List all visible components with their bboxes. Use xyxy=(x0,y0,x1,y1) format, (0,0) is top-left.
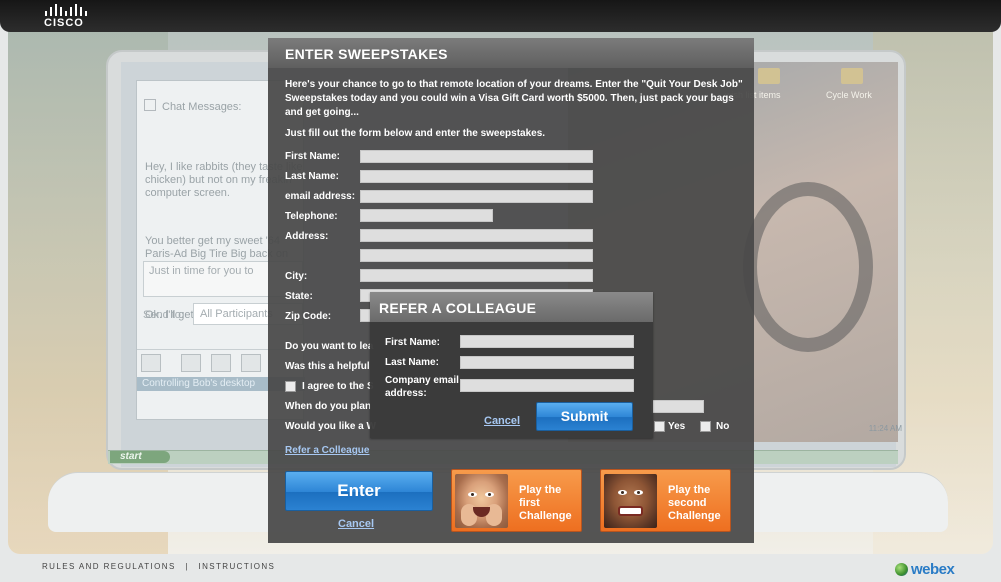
chat-icon xyxy=(144,99,156,111)
cisco-wordmark: CISCO xyxy=(44,17,84,29)
first-name-input[interactable] xyxy=(360,150,593,163)
refer-company-email-label: Company email address: xyxy=(385,375,459,399)
plan-input[interactable] xyxy=(651,400,704,413)
play-first-challenge-label: Play the first Challenge xyxy=(519,484,572,522)
sweepstakes-title: ENTER SWEEPSTAKES xyxy=(285,46,448,62)
folder-icon xyxy=(841,68,863,84)
refer-title: REFER A COLLEAGUE xyxy=(379,300,537,316)
play-second-challenge-label: Play the second Challenge xyxy=(668,484,721,522)
zip-code-label: Zip Code: xyxy=(285,311,332,322)
pen-icon xyxy=(211,354,231,372)
play-first-challenge-button[interactable]: Play the first Challenge xyxy=(451,469,582,532)
no-checkbox[interactable] xyxy=(700,421,711,432)
footer-separator: | xyxy=(185,562,189,571)
footer-links: RULES AND REGULATIONS | INSTRUCTIONS xyxy=(42,562,275,571)
play-second-challenge-button[interactable]: Play the second Challenge xyxy=(600,469,731,532)
first-name-label: First Name: xyxy=(285,151,341,162)
motorcycle-wheel xyxy=(743,182,873,352)
question-learn: Do you want to lea xyxy=(285,341,374,352)
rules-and-regulations-link[interactable]: RULES AND REGULATIONS xyxy=(42,562,176,571)
cisco-logo: CISCO xyxy=(42,4,88,30)
question-webex: Would you like a W xyxy=(285,421,376,432)
refer-header: REFER A COLLEAGUE xyxy=(370,292,653,322)
enter-button[interactable]: Enter xyxy=(285,471,433,511)
email-input[interactable] xyxy=(360,190,593,203)
folder-icon xyxy=(758,68,780,84)
surprised-face-image xyxy=(455,474,508,528)
refer-cancel-link[interactable]: Cancel xyxy=(484,415,520,427)
top-bar: CISCO xyxy=(0,0,1001,32)
tray-clock: 11:24 AM xyxy=(868,424,902,433)
address-line2-input[interactable] xyxy=(360,249,593,262)
question-helpful: Was this a helpful xyxy=(285,361,370,372)
telephone-label: Telephone: xyxy=(285,211,338,222)
city-label: City: xyxy=(285,271,308,282)
refer-first-name-label: First Name: xyxy=(385,337,441,348)
share-icon xyxy=(181,354,201,372)
last-name-input[interactable] xyxy=(360,170,593,183)
state-label: State: xyxy=(285,291,313,302)
start-label: start xyxy=(120,451,142,462)
chat-title: Chat Messages: xyxy=(162,101,242,113)
email-label: email address: xyxy=(285,191,356,202)
pie-chart-icon xyxy=(141,354,161,372)
agree-checkbox[interactable] xyxy=(285,381,296,392)
instructions-link[interactable]: INSTRUCTIONS xyxy=(198,562,275,571)
telephone-input[interactable] xyxy=(360,209,493,222)
refer-colleague-dialog: REFER A COLLEAGUE First Name: Last Name:… xyxy=(370,292,653,438)
yes-checkbox[interactable] xyxy=(654,421,665,432)
agree-label: I agree to the S xyxy=(302,381,374,392)
cisco-bars-icon xyxy=(45,4,87,16)
refer-colleague-link[interactable]: Refer a Colleague xyxy=(285,445,369,456)
refer-last-name-label: Last Name: xyxy=(385,357,439,368)
webex-globe-icon xyxy=(895,563,908,576)
refer-last-name-input[interactable] xyxy=(460,356,634,369)
last-name-label: Last Name: xyxy=(285,171,339,182)
send-to-label: Send to: xyxy=(143,309,184,321)
screaming-face-image xyxy=(604,474,657,528)
webex-logo: webex xyxy=(895,561,967,579)
start-button: start xyxy=(110,451,170,463)
refer-company-email-input[interactable] xyxy=(460,379,634,392)
webex-wordmark: webex xyxy=(911,561,955,578)
address-input[interactable] xyxy=(360,229,593,242)
submit-button[interactable]: Submit xyxy=(536,402,633,431)
sweepstakes-intro: Here's your chance to go to that remote … xyxy=(285,79,743,118)
question-plan: When do you plan xyxy=(285,401,372,412)
sweepstakes-header: ENTER SWEEPSTAKES xyxy=(268,38,754,68)
desktop-icon-label: Cycle Work xyxy=(826,90,872,100)
city-input[interactable] xyxy=(360,269,593,282)
document-icon xyxy=(241,354,261,372)
webex-sweepstakes-page: CISCO wish list items Cycle Work Chat Me… xyxy=(0,0,1001,582)
yes-label: Yes xyxy=(668,421,686,432)
cancel-link[interactable]: Cancel xyxy=(338,518,374,530)
sweepstakes-panel: ENTER SWEEPSTAKES Here's your chance to … xyxy=(268,38,754,543)
no-label: No xyxy=(716,421,730,432)
refer-first-name-input[interactable] xyxy=(460,335,634,348)
address-label: Address: xyxy=(285,231,329,242)
fill-prompt: Just fill out the form below and enter t… xyxy=(285,128,546,139)
